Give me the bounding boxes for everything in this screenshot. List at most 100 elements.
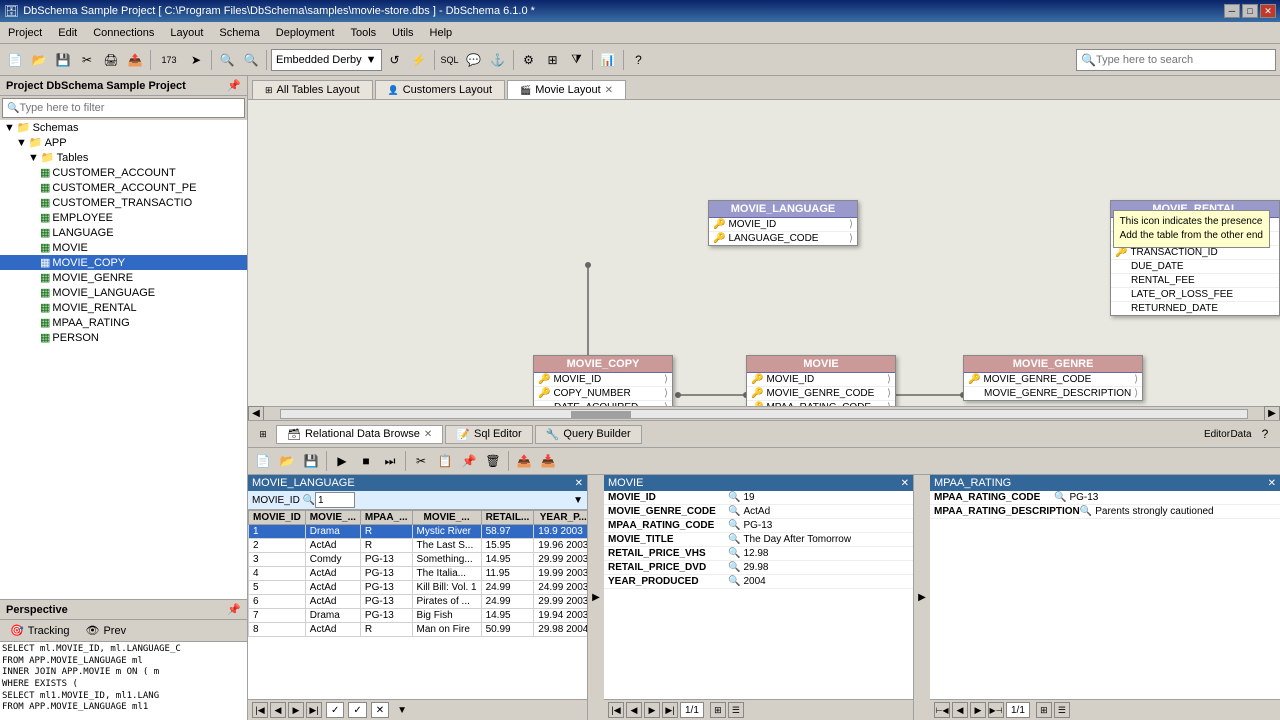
- print-btn[interactable]: 🖨: [100, 49, 122, 71]
- close-button[interactable]: ✕: [1260, 4, 1276, 18]
- arrow-btn[interactable]: ➤: [185, 49, 207, 71]
- zoom-in-btn[interactable]: 🔍: [240, 49, 262, 71]
- bt-new[interactable]: 📄: [252, 450, 274, 472]
- grid-btn[interactable]: ⊞: [542, 49, 564, 71]
- tree-item-mpaa-rating[interactable]: ▦ MPAA_RATING: [0, 315, 247, 330]
- nav-next-btn[interactable]: ▶: [288, 702, 304, 718]
- col-mpaa[interactable]: MPAA_...: [360, 511, 412, 525]
- scroll-track[interactable]: [280, 409, 1248, 419]
- anchor-btn[interactable]: ⚓: [487, 49, 509, 71]
- menu-edit[interactable]: Edit: [50, 25, 85, 41]
- filter-box[interactable]: 🔍: [2, 98, 245, 118]
- save-btn[interactable]: 💾: [52, 49, 74, 71]
- chat-btn[interactable]: 💬: [463, 49, 485, 71]
- movie-language-grid[interactable]: MOVIE_ID MOVIE_... MPAA_... MOVIE_... RE…: [248, 510, 587, 699]
- tree-item-tables[interactable]: ▼ 📁 Tables: [0, 150, 247, 165]
- help-btn[interactable]: ?: [628, 49, 650, 71]
- mid-view-btn2[interactable]: ☰: [728, 702, 744, 718]
- col-year[interactable]: YEAR_P...: [534, 511, 587, 525]
- report-btn[interactable]: 📊: [597, 49, 619, 71]
- search-box[interactable]: 🔍: [1076, 49, 1276, 71]
- tree-item-movie-language[interactable]: ▦ MOVIE_LANGUAGE: [0, 285, 247, 300]
- connect-btn[interactable]: ⚡: [408, 49, 430, 71]
- title-bar-controls[interactable]: ─ □ ✕: [1224, 4, 1276, 18]
- bt-stop[interactable]: ■: [355, 450, 377, 472]
- tree-item-customer-account-pe[interactable]: ▦ CUSTOMER_ACCOUNT_PE: [0, 180, 247, 195]
- nav-first-btn[interactable]: |◀: [252, 702, 268, 718]
- scroll-thumb[interactable]: [571, 411, 631, 419]
- mid-nav-next[interactable]: ▶: [644, 702, 660, 718]
- right-view-btn1[interactable]: ⊞: [1036, 702, 1052, 718]
- filter-input[interactable]: [19, 102, 240, 114]
- bt-import[interactable]: 📥: [537, 450, 559, 472]
- tab-all-tables[interactable]: ⊞ All Tables Layout: [252, 80, 373, 99]
- tab-sql-editor[interactable]: 📝 Sql Editor: [445, 425, 532, 444]
- right-view-btn2[interactable]: ☰: [1054, 702, 1070, 718]
- maximize-button[interactable]: □: [1242, 4, 1258, 18]
- tab-movie[interactable]: 🎬 Movie Layout ✕: [507, 80, 626, 99]
- tree-item-schemas[interactable]: ▼ 📁 Schemas: [0, 120, 247, 135]
- bt-paste[interactable]: 📌: [458, 450, 480, 472]
- preview-button[interactable]: 👁 Prev: [79, 622, 132, 639]
- menu-help[interactable]: Help: [422, 25, 461, 41]
- nav-last-btn[interactable]: ▶|: [306, 702, 322, 718]
- menu-layout[interactable]: Layout: [162, 25, 211, 41]
- browse-tab-close[interactable]: ✕: [424, 429, 432, 440]
- scroll-left-btn[interactable]: ◀: [248, 406, 264, 421]
- tree-item-customer-transaction[interactable]: ▦ CUSTOMER_TRANSACTIO: [0, 195, 247, 210]
- bt-del[interactable]: 🗑: [482, 450, 504, 472]
- bt-save[interactable]: 💾: [300, 450, 322, 472]
- search-input[interactable]: [1096, 54, 1266, 66]
- refresh-btn[interactable]: ↺: [384, 49, 406, 71]
- diagram-movie-language[interactable]: MOVIE_LANGUAGE 🔑 MOVIE_ID ⟩ 🔑 LANGUAGE_C…: [708, 200, 858, 246]
- scroll-right-btn[interactable]: ▶: [1264, 406, 1280, 421]
- right-nav-controls[interactable]: ⊢◀ ◀ ▶ ▶⊣: [934, 702, 1004, 718]
- tab-query-builder[interactable]: 🔧 Query Builder: [535, 425, 642, 444]
- tree-item-person[interactable]: ▦ PERSON: [0, 330, 247, 345]
- tab-customers[interactable]: 👤 Customers Layout: [375, 80, 505, 99]
- right-nav-first[interactable]: ⊢◀: [934, 702, 950, 718]
- diagram-movie-genre[interactable]: MOVIE_GENRE 🔑 MOVIE_GENRE_CODE ⟩ MOVIE_G…: [963, 355, 1143, 401]
- col-retail[interactable]: RETAIL...: [481, 511, 534, 525]
- tree-item-movie-genre[interactable]: ▦ MOVIE_GENRE: [0, 270, 247, 285]
- right-nav-prev[interactable]: ◀: [952, 702, 968, 718]
- right-nav-last[interactable]: ▶⊣: [988, 702, 1004, 718]
- tab-close-icon[interactable]: ✕: [605, 85, 613, 96]
- new-btn[interactable]: 📄: [4, 49, 26, 71]
- mpaa-header-close[interactable]: ✕: [1268, 478, 1276, 489]
- sql-btn[interactable]: SQL: [439, 49, 461, 71]
- table-row[interactable]: 6 ActAd PG-13 Pirates of ... 24.99 29.99…: [249, 595, 588, 609]
- table-row[interactable]: 3 Comdy PG-13 Something... 14.95 29.99 2…: [249, 553, 588, 567]
- tab-relational-browse[interactable]: 🗃 Relational Data Browse ✕: [276, 425, 443, 444]
- table-row[interactable]: 8 ActAd R Man on Fire 50.99 29.98 2004: [249, 623, 588, 637]
- right-view-controls[interactable]: ⊞ ☰: [1036, 702, 1070, 718]
- mid-nav-last[interactable]: ▶|: [662, 702, 678, 718]
- diagram-scrollbar[interactable]: ◀ ▶: [248, 406, 1280, 420]
- tree-item-language[interactable]: ▦ LANGUAGE: [0, 225, 247, 240]
- tracking-button[interactable]: 🎯 Tracking: [4, 622, 75, 639]
- editor-btn[interactable]: Editor: [1206, 423, 1228, 445]
- mid-nav-prev[interactable]: ◀: [626, 702, 642, 718]
- col-movie-col4[interactable]: MOVIE_...: [412, 511, 481, 525]
- table-row[interactable]: 1 Drama R Mystic River 58.97 19.9 2003: [249, 525, 588, 539]
- tree-item-movie[interactable]: ▦ MOVIE: [0, 240, 247, 255]
- pin-icon[interactable]: 📌: [227, 79, 241, 92]
- open-btn[interactable]: 📂: [28, 49, 50, 71]
- bt-export[interactable]: 📤: [513, 450, 535, 472]
- left-nav-controls[interactable]: |◀ ◀ ▶ ▶|: [252, 702, 322, 718]
- mid-view-btn1[interactable]: ⊞: [710, 702, 726, 718]
- nav-prev-btn[interactable]: ◀: [270, 702, 286, 718]
- bt-cut[interactable]: ✂: [410, 450, 432, 472]
- layout-btn[interactable]: 173: [155, 49, 183, 71]
- menu-tools[interactable]: Tools: [342, 25, 384, 41]
- table-row[interactable]: 7 Drama PG-13 Big Fish 14.95 19.94 2003: [249, 609, 588, 623]
- filter-btn[interactable]: ⧩: [566, 49, 588, 71]
- movie-header-close[interactable]: ✕: [901, 478, 909, 489]
- zoom-out-btn[interactable]: 🔍: [216, 49, 238, 71]
- minimize-button[interactable]: ─: [1224, 4, 1240, 18]
- tree-item-movie-rental[interactable]: ▦ MOVIE_RENTAL: [0, 300, 247, 315]
- tree-item-employee[interactable]: ▦ EMPLOYEE: [0, 210, 247, 225]
- ml-header-close[interactable]: ✕: [575, 478, 583, 489]
- mid-nav-first[interactable]: |◀: [608, 702, 624, 718]
- table-row[interactable]: 2 ActAd R The Last S... 15.95 19.96 2003: [249, 539, 588, 553]
